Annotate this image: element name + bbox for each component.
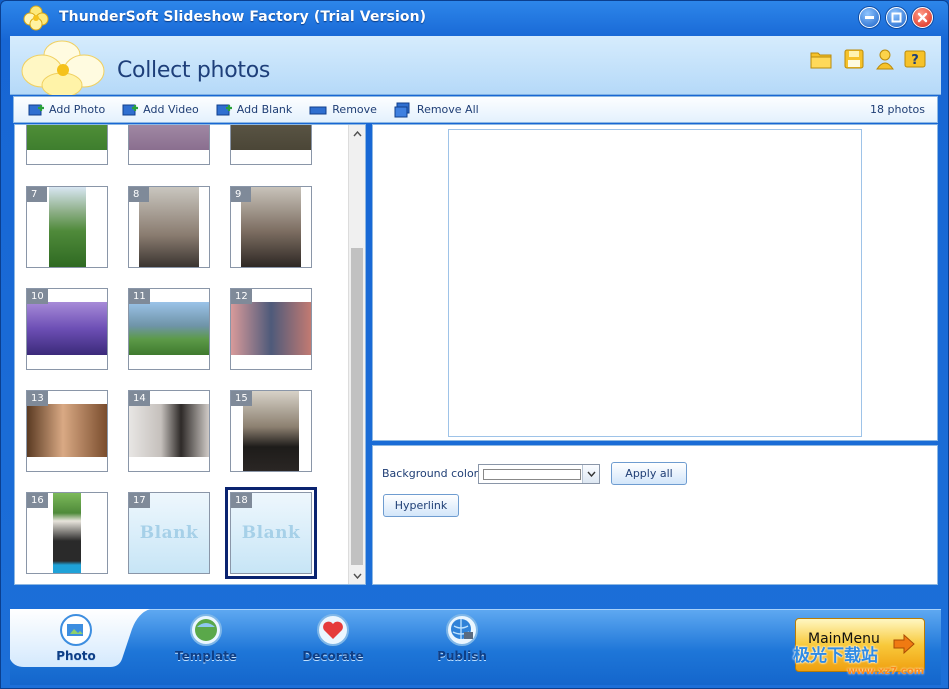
maximize-icon	[891, 12, 902, 23]
slide-preview	[448, 129, 862, 437]
photo-toolbar: Add Photo Add Video Add Blank Remove Rem…	[13, 96, 938, 123]
help-icon[interactable]: ?	[903, 47, 927, 71]
add-video-button[interactable]: Add Video	[122, 102, 199, 118]
minimize-button[interactable]	[859, 7, 880, 28]
tab-template[interactable]: Template	[146, 609, 266, 685]
chevron-up-icon	[352, 130, 362, 136]
page-header: Collect photos ?	[10, 36, 941, 95]
add-blank-label: Add Blank	[236, 103, 293, 116]
tab-publish[interactable]: Publish	[402, 609, 522, 685]
thumbnail-panel: 7 8 9 10 11 12 13 14 15 16 17 Blank 18 B…	[14, 124, 366, 585]
chevron-down-icon	[586, 471, 596, 477]
add-blank-button[interactable]: Add Blank	[216, 102, 292, 118]
decorate-tab-icon	[317, 614, 349, 646]
thumbnail-number: 13	[27, 391, 48, 406]
arrow-right-icon	[893, 633, 915, 655]
thumbnail-10[interactable]: 10	[26, 288, 108, 370]
thumbnail-14[interactable]: 14	[128, 390, 210, 472]
thumbnail-13[interactable]: 13	[26, 390, 108, 472]
chevron-down-icon	[352, 573, 362, 579]
remove-all-button[interactable]: Remove All	[394, 102, 479, 118]
hyperlink-button[interactable]: Hyperlink	[383, 494, 459, 517]
tab-decorate[interactable]: Decorate	[273, 609, 393, 685]
close-button[interactable]	[912, 7, 933, 28]
tab-photo[interactable]: Photo	[16, 609, 136, 685]
thumbnail-number: 16	[27, 493, 48, 508]
thumbnail-number: 7	[27, 187, 47, 202]
thumbnail-number: 17	[129, 493, 150, 508]
page-title: Collect photos	[117, 58, 271, 83]
properties-panel: Background color Apply all Hyperlink	[372, 445, 938, 585]
thumbnail-number: 12	[231, 289, 252, 304]
thumbnail-partial[interactable]	[230, 125, 312, 165]
close-icon	[917, 12, 928, 23]
scroll-down-button[interactable]	[349, 567, 365, 584]
apply-all-button[interactable]: Apply all	[611, 462, 687, 485]
thumbnail-number: 15	[231, 391, 252, 406]
thumbnail-18[interactable]: 18 Blank	[225, 487, 317, 579]
tab-template-label: Template	[175, 649, 237, 663]
watermark-url: www.xz7.com	[847, 666, 925, 677]
preview-panel	[372, 124, 938, 441]
folder-icon[interactable]	[809, 47, 833, 71]
add-video-icon	[122, 104, 139, 115]
thumbnail-scrollbar[interactable]	[348, 125, 365, 584]
remove-all-label: Remove All	[416, 103, 479, 116]
add-photo-button[interactable]: Add Photo	[28, 102, 105, 118]
add-blank-icon	[216, 104, 232, 115]
template-tab-icon	[190, 614, 222, 646]
app-window: ThunderSoft Slideshow Factory (Trial Ver…	[0, 0, 949, 689]
background-color-dropdown[interactable]	[478, 464, 600, 484]
scroll-up-button[interactable]	[349, 125, 365, 142]
tab-photo-label: Photo	[56, 649, 96, 663]
thumbnail-partial[interactable]	[128, 125, 210, 165]
blank-label: Blank	[139, 523, 199, 543]
thumbnail-number: 14	[129, 391, 150, 406]
title-bar: ThunderSoft Slideshow Factory (Trial Ver…	[1, 1, 948, 35]
add-photo-icon	[28, 104, 44, 115]
thumbnail-number: 11	[129, 289, 150, 304]
scroll-thumb[interactable]	[351, 248, 363, 565]
thumbnail-15[interactable]: 15	[230, 390, 312, 472]
maximize-button[interactable]	[886, 7, 907, 28]
thumbnail-number: 10	[27, 289, 48, 304]
remove-all-icon	[394, 102, 410, 117]
svg-text:?: ?	[911, 53, 919, 68]
save-icon[interactable]	[842, 47, 866, 71]
thumbnail-number: 9	[231, 187, 251, 202]
thumbnail-17[interactable]: 17 Blank	[128, 492, 210, 574]
watermark-text: 极光下载站	[793, 646, 878, 666]
remove-icon	[309, 106, 327, 114]
thumbnail-16[interactable]: 16	[26, 492, 108, 574]
thumbnail-11[interactable]: 11	[128, 288, 210, 370]
minimize-icon	[865, 16, 874, 19]
thumbnail-partial[interactable]	[26, 125, 108, 165]
user-icon[interactable]	[873, 47, 897, 71]
thumbnail-12[interactable]: 12	[230, 288, 312, 370]
photo-count: 18 photos	[870, 103, 925, 116]
blank-label: Blank	[241, 523, 301, 543]
window-title: ThunderSoft Slideshow Factory (Trial Ver…	[59, 9, 427, 25]
thumbnail-number: 18	[231, 493, 252, 508]
add-photo-label: Add Photo	[49, 103, 106, 116]
clover-logo-icon	[21, 40, 105, 95]
color-swatch	[483, 469, 581, 480]
thumbnail-8[interactable]: 8	[128, 186, 210, 268]
tab-publish-label: Publish	[437, 649, 487, 663]
app-logo-icon	[23, 5, 49, 31]
photo-tab-icon	[60, 614, 92, 646]
remove-label: Remove	[332, 103, 377, 116]
publish-tab-icon	[446, 614, 478, 646]
thumbnail-number: 8	[129, 187, 149, 202]
remove-button[interactable]: Remove	[309, 102, 377, 118]
add-video-label: Add Video	[143, 103, 199, 116]
background-color-label: Background color	[382, 467, 479, 480]
thumbnail-9[interactable]: 9	[230, 186, 312, 268]
tab-decorate-label: Decorate	[302, 649, 364, 663]
thumbnail-7[interactable]: 7	[26, 186, 108, 268]
dropdown-arrow[interactable]	[582, 465, 599, 483]
